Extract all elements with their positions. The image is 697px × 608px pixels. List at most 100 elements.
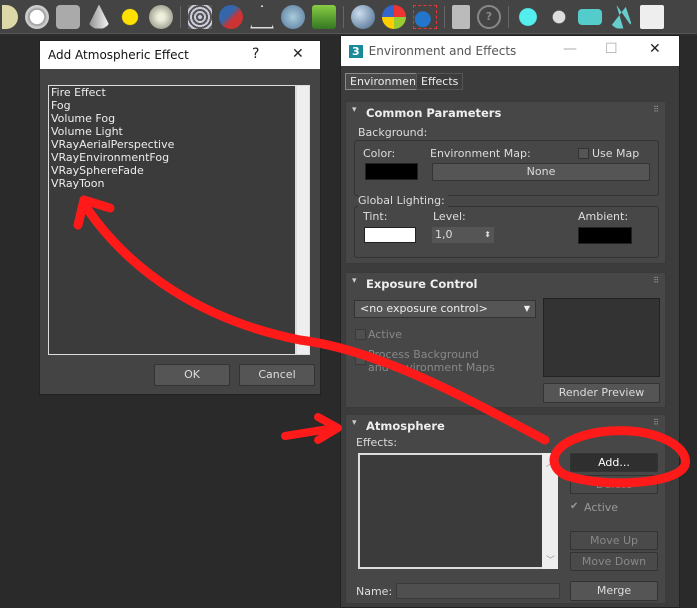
ambient-color-swatch[interactable]: [578, 227, 632, 244]
list-item[interactable]: Volume Fog: [49, 112, 295, 125]
list-item[interactable]: VRayAerialPerspective: [49, 138, 295, 151]
merge-button[interactable]: Merge: [570, 581, 658, 601]
help-icon[interactable]: ?: [477, 4, 501, 29]
help-button[interactable]: ?: [252, 46, 259, 62]
ambient-label: Ambient:: [578, 210, 629, 223]
toolbar-divider: [180, 5, 181, 28]
main-toolbar: ?: [0, 0, 697, 34]
list-item[interactable]: Fog: [49, 99, 295, 112]
chevron-down-icon: ▼: [523, 304, 530, 313]
move-down-button[interactable]: Move Down: [570, 552, 658, 571]
effects-scrollbar[interactable]: ︿ ﹀: [542, 453, 558, 569]
name-label: Name:: [356, 585, 393, 598]
effects-list[interactable]: [358, 453, 544, 569]
grip-icon: ⠿: [653, 105, 659, 114]
molecule-icon[interactable]: [219, 4, 243, 29]
minimize-button[interactable]: —: [563, 41, 577, 57]
exposure-control-dropdown[interactable]: <no exposure control> ▼: [354, 300, 536, 318]
common-parameters-rollout: Common Parameters⠿ Background: Color: En…: [345, 101, 666, 264]
use-map-label: Use Map: [592, 147, 640, 160]
lightbulb-icon[interactable]: [516, 4, 540, 29]
scroll-up-icon[interactable]: ︿: [546, 456, 555, 469]
list-item[interactable]: VRayToon: [49, 177, 295, 190]
grip-icon: ⠿: [653, 276, 659, 285]
close-button[interactable]: ✕: [649, 41, 661, 57]
scroll-down-icon[interactable]: ﹀: [546, 553, 555, 566]
list-scrollbar[interactable]: [296, 85, 310, 355]
tint-color-swatch[interactable]: [364, 227, 416, 243]
atmosphere-active-label: Active: [584, 501, 619, 514]
level-spinner[interactable]: 1,0 ⬍: [432, 227, 494, 243]
color-balls-icon[interactable]: [382, 4, 406, 29]
list-item[interactable]: VRayEnvironmentFog: [49, 151, 295, 164]
environment-map-label: Environment Map:: [430, 147, 531, 160]
list-item[interactable]: Fire Effect: [49, 86, 295, 99]
active-checkbox[interactable]: [355, 329, 366, 340]
toolbar-divider: [343, 5, 344, 28]
exposure-preview: [543, 298, 660, 377]
clipboard-icon[interactable]: [452, 4, 470, 29]
window-titlebar: 3 Environment and Effects — ☐ ✕: [341, 36, 679, 66]
tab-effects[interactable]: Effects: [416, 73, 464, 90]
sun-light-icon[interactable]: [547, 4, 571, 29]
close-button[interactable]: ✕: [292, 46, 304, 62]
grip-icon: ⠿: [653, 418, 659, 427]
tower-icon[interactable]: [250, 4, 274, 29]
dialog-title: Add Atmospheric Effect: [48, 48, 189, 62]
grass-icon[interactable]: [312, 4, 336, 29]
dialog-titlebar: Add Atmospheric Effect ? ✕: [40, 41, 320, 69]
teapot-icon[interactable]: [56, 4, 80, 29]
sphere-icon[interactable]: [2, 4, 18, 29]
ok-button[interactable]: OK: [154, 364, 230, 386]
add-atmospheric-effect-dialog: Add Atmospheric Effect ? ✕ Fire Effect F…: [39, 40, 321, 395]
active-label: Active: [368, 328, 403, 341]
color-label: Color:: [363, 147, 396, 160]
cancel-button[interactable]: Cancel: [239, 364, 315, 386]
process-background-checkbox[interactable]: [355, 354, 366, 365]
material-sphere-icon[interactable]: [351, 4, 375, 29]
exposure-select-value: <no exposure control>: [360, 302, 488, 315]
sun-icon[interactable]: [118, 4, 142, 29]
background-label: Background:: [358, 126, 431, 139]
window-title: Environment and Effects: [368, 44, 517, 58]
cone-icon[interactable]: [87, 4, 111, 29]
rollout-header[interactable]: Atmosphere: [346, 415, 665, 435]
app-icon: 3: [349, 44, 363, 58]
process-background-label: Process Background: [368, 348, 479, 361]
effects-label: Effects:: [356, 436, 398, 449]
background-color-swatch[interactable]: [365, 163, 418, 180]
rollout-header[interactable]: Common Parameters: [346, 102, 665, 122]
render-region-icon[interactable]: [413, 4, 437, 29]
delete-button[interactable]: Delete: [570, 475, 658, 494]
tint-label: Tint:: [363, 210, 388, 223]
process-background-label-2: and Environment Maps: [368, 361, 495, 374]
spiky-ball-icon[interactable]: [281, 4, 305, 29]
list-item[interactable]: Volume Light: [49, 125, 295, 138]
global-lighting-label: Global Lighting:: [358, 194, 448, 207]
list-item[interactable]: VRaySphereFade: [49, 164, 295, 177]
environment-map-button[interactable]: None: [432, 163, 650, 181]
level-value: 1,0: [435, 228, 453, 241]
name-field[interactable]: [396, 583, 560, 599]
spinner-arrows-icon[interactable]: ⬍: [484, 227, 491, 243]
particles-icon[interactable]: [188, 4, 212, 29]
move-up-button[interactable]: Move Up: [570, 531, 658, 550]
level-label: Level:: [433, 210, 466, 223]
add-button[interactable]: Add...: [570, 453, 658, 472]
render-preview-button[interactable]: Render Preview: [543, 383, 660, 403]
trees-icon[interactable]: [609, 4, 633, 29]
effect-list[interactable]: Fire Effect Fog Volume Fog Volume Light …: [48, 85, 296, 355]
rollout-header[interactable]: Exposure Control: [346, 273, 665, 293]
camera-icon[interactable]: [578, 8, 602, 25]
panel-icon[interactable]: [640, 4, 664, 29]
maximize-button[interactable]: ☐: [605, 41, 618, 57]
exposure-control-rollout: Exposure Control⠿ <no exposure control> …: [345, 272, 666, 408]
atmosphere-rollout: Atmosphere⠿ Effects: ︿ ﹀ Add... Delete ✔…: [345, 414, 666, 604]
toolbar-divider: [508, 5, 509, 28]
light-bulb-ring-icon[interactable]: [25, 4, 49, 29]
sphere-light-icon[interactable]: [149, 4, 173, 29]
atmosphere-active-checkbox[interactable]: ✔: [570, 501, 578, 512]
use-map-checkbox[interactable]: [578, 148, 589, 159]
tab-environment[interactable]: Environment: [345, 73, 426, 90]
toolbar-divider: [444, 5, 445, 28]
